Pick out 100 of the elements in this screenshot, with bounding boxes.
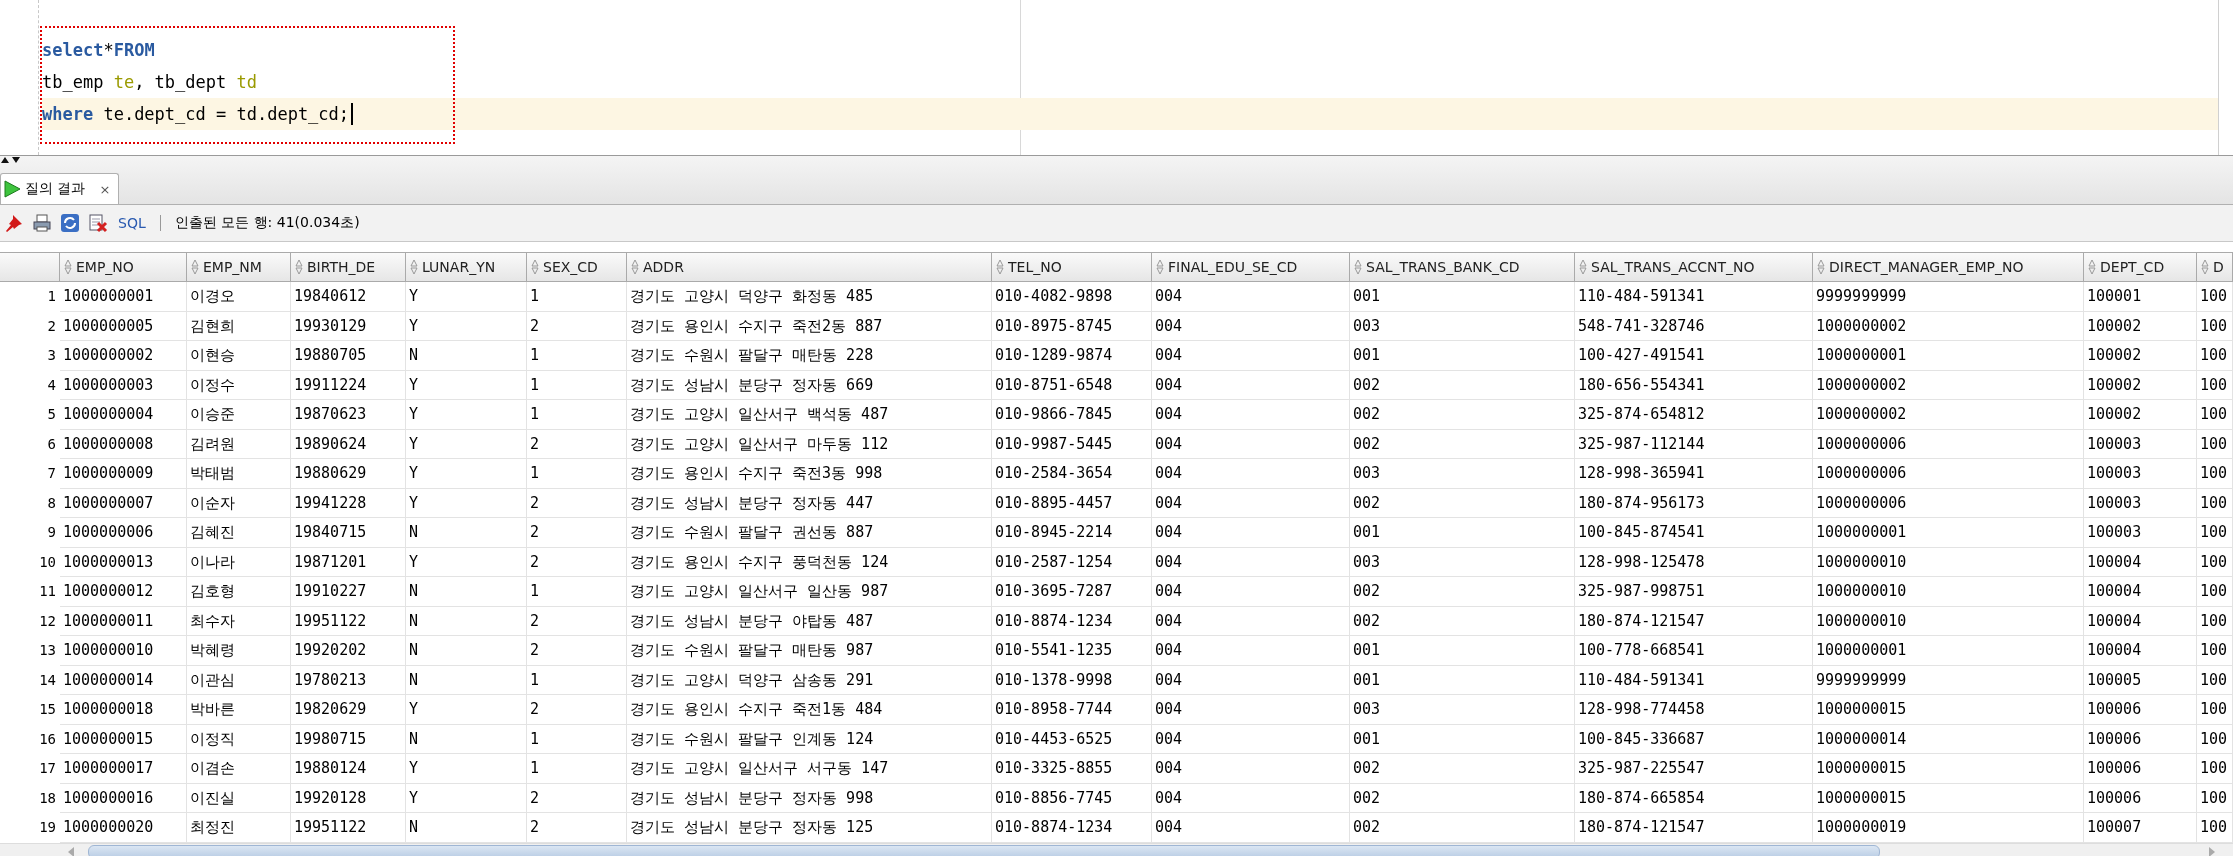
table-cell: 1 (527, 370, 627, 400)
table-cell: 100 (2197, 547, 2233, 577)
table-cell: 100 (2197, 459, 2233, 489)
column-header[interactable]: SAL_TRANS_ACCNT_NO (1575, 253, 1813, 281)
table-cell: 이정수 (187, 370, 291, 400)
query-result-tab[interactable]: 질의 결과 × (0, 173, 120, 204)
table-cell: 003 (1350, 695, 1575, 725)
table-cell: 1000000002 (1813, 311, 2084, 341)
sort-icon (410, 259, 418, 275)
table-cell: 이겸손 (187, 754, 291, 784)
delete-icon[interactable] (88, 213, 108, 233)
table-cell: 100006 (2084, 695, 2197, 725)
splitter-arrows-icon[interactable] (0, 156, 22, 164)
table-cell: 1000000002 (60, 341, 187, 371)
table-cell: 김호형 (187, 577, 291, 607)
table-cell: 19880629 (291, 459, 406, 489)
table-cell: 010-8874-1234 (992, 813, 1152, 843)
table-cell: 경기도 수원시 팔달구 매탄동 228 (627, 341, 992, 371)
table-cell: 004 (1152, 341, 1350, 371)
refresh-icon[interactable] (60, 213, 80, 233)
table-cell: 이승준 (187, 400, 291, 430)
column-header[interactable]: EMP_NM (187, 253, 291, 281)
table-cell: Y (406, 547, 527, 577)
table-cell: 100 (2197, 665, 2233, 695)
pin-icon[interactable] (4, 213, 24, 233)
column-header[interactable]: DIRECT_MANAGER_EMP_NO (1813, 253, 2084, 281)
table-cell: 19880124 (291, 754, 406, 784)
table-cell: Y (406, 429, 527, 459)
column-header[interactable]: LUNAR_YN (406, 253, 527, 281)
code-line: tb_emp te, tb_dept td (42, 72, 257, 92)
table-cell: 100004 (2084, 577, 2197, 607)
column-header[interactable]: EMP_NO (60, 253, 187, 281)
table-cell: 002 (1350, 400, 1575, 430)
table-cell: 1000000014 (1813, 724, 2084, 754)
column-header[interactable]: D (2197, 253, 2233, 281)
table-cell: 010-4453-6525 (992, 724, 1152, 754)
table-cell: N (406, 813, 527, 843)
column-header[interactable]: FINAL_EDU_SE_CD (1152, 253, 1350, 281)
table-cell: 2 (527, 311, 627, 341)
table-cell: 100 (2197, 577, 2233, 607)
column-header[interactable]: TEL_NO (992, 253, 1152, 281)
table-cell: Y (406, 695, 527, 725)
table-cell: 004 (1152, 547, 1350, 577)
table-cell: N (406, 577, 527, 607)
table-cell: 004 (1152, 370, 1350, 400)
sql-link[interactable]: SQL (118, 215, 146, 231)
table-cell: 100 (2197, 282, 2233, 312)
table-cell: 9999999999 (1813, 282, 2084, 312)
table-cell: 010-8958-7744 (992, 695, 1152, 725)
table-cell: 128-998-365941 (1575, 459, 1813, 489)
table-cell: 19941228 (291, 488, 406, 518)
table-cell: 100 (2197, 429, 2233, 459)
table-cell: 180-874-121547 (1575, 606, 1813, 636)
table-cell: 경기도 성남시 분당구 정자동 998 (627, 783, 992, 813)
table-cell: Y (406, 311, 527, 341)
scrollbar-thumb[interactable] (88, 844, 1880, 856)
table-cell: 19920128 (291, 783, 406, 813)
table-cell: 경기도 성남시 분당구 야탑동 487 (627, 606, 992, 636)
table-cell: N (406, 665, 527, 695)
table-cell: 010-3325-8855 (992, 754, 1152, 784)
column-header[interactable]: DEPT_CD (2084, 253, 2197, 281)
column-header[interactable]: BIRTH_DE (291, 253, 406, 281)
table-cell: 1000000001 (1813, 341, 2084, 371)
table-cell: 100-845-874541 (1575, 518, 1813, 548)
table-cell: 128-998-774458 (1575, 695, 1813, 725)
column-header[interactable]: SEX_CD (527, 253, 627, 281)
table-cell: 1000000001 (1813, 518, 2084, 548)
table-cell: 김혜진 (187, 518, 291, 548)
table-cell: 1000000015 (60, 724, 187, 754)
table-cell: 004 (1152, 311, 1350, 341)
table-cell: 19910227 (291, 577, 406, 607)
table-cell: 180-874-956173 (1575, 488, 1813, 518)
table-cell: 002 (1350, 813, 1575, 843)
table-cell: 004 (1152, 400, 1350, 430)
table-cell: 19820629 (291, 695, 406, 725)
table-cell: 100 (2197, 695, 2233, 725)
table-cell: 김현희 (187, 311, 291, 341)
table-cell: 001 (1350, 341, 1575, 371)
table-cell: 110-484-591341 (1575, 665, 1813, 695)
print-icon[interactable] (32, 213, 52, 233)
table-cell: 경기도 고양시 덕양구 삼송동 291 (627, 665, 992, 695)
table-cell: 경기도 고양시 덕양구 화정동 485 (627, 282, 992, 312)
table-cell: 경기도 수원시 팔달구 권선동 887 (627, 518, 992, 548)
table-cell: 이현승 (187, 341, 291, 371)
table-cell: 박바른 (187, 695, 291, 725)
column-header[interactable]: SAL_TRANS_BANK_CD (1350, 253, 1575, 281)
table-cell: 010-1289-9874 (992, 341, 1152, 371)
table-cell: 180-874-121547 (1575, 813, 1813, 843)
table-cell: 1000000013 (60, 547, 187, 577)
table-cell: 002 (1350, 754, 1575, 784)
table-cell: 548-741-328746 (1575, 311, 1813, 341)
column-header[interactable]: ADDR (627, 253, 992, 281)
table-cell: 004 (1152, 695, 1350, 725)
table-cell: 1000000017 (60, 754, 187, 784)
table-cell: 004 (1152, 577, 1350, 607)
table-cell: 경기도 성남시 분당구 정자동 447 (627, 488, 992, 518)
close-icon[interactable]: × (99, 181, 111, 197)
table-cell: 이순자 (187, 488, 291, 518)
table-cell: 19930129 (291, 311, 406, 341)
table-cell: 100 (2197, 636, 2233, 666)
